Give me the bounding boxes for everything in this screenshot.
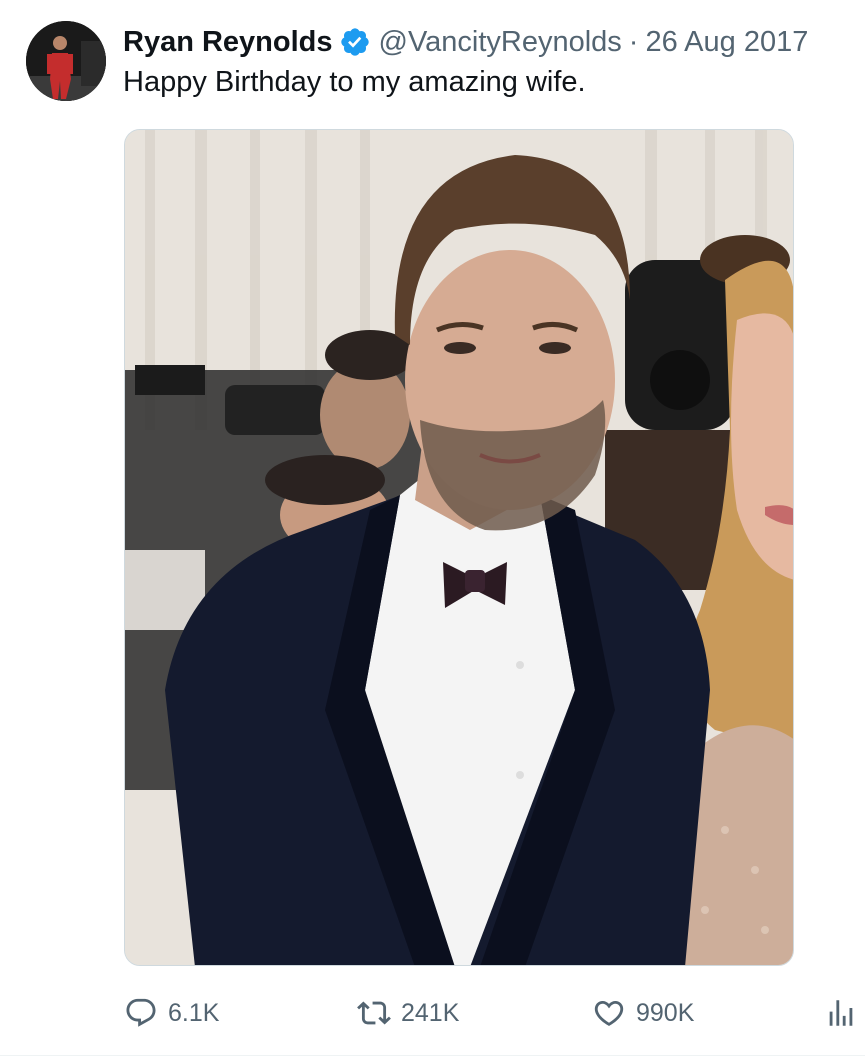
reply-button[interactable]: 6.1K [124, 990, 219, 1036]
separator-dot: · [628, 25, 639, 58]
reply-icon [126, 998, 156, 1027]
avatar-image [26, 21, 106, 101]
like-button[interactable]: 990K [592, 990, 694, 1036]
reply-count: 6.1K [168, 998, 220, 1027]
tweet-text: Happy Birthday to my amazing wife. [123, 66, 586, 98]
verified-badge-icon [339, 26, 371, 58]
like-count: 990K [636, 998, 695, 1027]
divider [0, 1055, 865, 1056]
retweet-count: 241K [401, 998, 460, 1027]
tweet-date[interactable]: 26 Aug 2017 [645, 26, 808, 59]
tweet-header: Ryan Reynolds @VancityReynolds · 26 Aug … [123, 22, 808, 62]
tweet-actions: 6.1K 241K 990K [0, 990, 865, 1036]
views-button[interactable] [824, 990, 858, 1036]
heart-icon [594, 1000, 624, 1026]
photo-content [125, 130, 793, 965]
avatar[interactable] [26, 21, 106, 101]
retweet-icon [357, 1001, 391, 1025]
tweet: Ryan Reynolds @VancityReynolds · 26 Aug … [0, 0, 865, 1058]
author-handle[interactable]: @VancityReynolds [379, 26, 622, 59]
tweet-photo[interactable] [124, 129, 794, 966]
retweet-button[interactable]: 241K [357, 990, 459, 1036]
views-chart-icon [829, 1000, 853, 1026]
author-name[interactable]: Ryan Reynolds [123, 26, 333, 59]
